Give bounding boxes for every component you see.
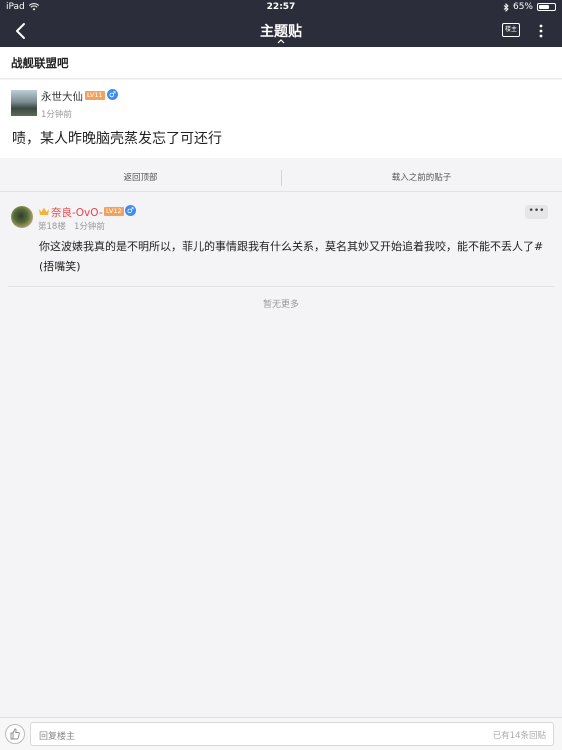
- avatar[interactable]: [11, 90, 37, 116]
- male-icon: ♂: [107, 89, 118, 100]
- male-icon: ♂: [125, 205, 136, 216]
- thumbs-up-icon: [10, 728, 20, 740]
- bluetooth-icon: [503, 2, 509, 12]
- battery-percent: 65%: [512, 2, 533, 12]
- bottom-bar: 回复楼主 已有14条回贴: [0, 717, 562, 750]
- more-vertical-icon[interactable]: [536, 23, 546, 39]
- like-button[interactable]: [5, 724, 25, 744]
- reply-meta: 第18楼 1分钟前: [38, 220, 105, 232]
- forum-bar[interactable]: 战舰联盟吧: [0, 47, 562, 79]
- reply-item: 奈良-OvO- 第18楼 1分钟前 ••• 你这波婊我真的是不明所以，菲儿的事情…: [0, 193, 562, 287]
- reply-count: 已有14条回贴: [492, 731, 546, 741]
- action-bar: 返回顶部 载入之前的贴子: [0, 164, 562, 192]
- reply-placeholder: 回复楼主: [39, 732, 76, 742]
- reply-input[interactable]: 回复楼主 已有14条回贴: [30, 722, 554, 746]
- post-time: 1分钟前: [41, 110, 72, 120]
- reply-content: 你这波婊我真的是不明所以，菲儿的事情跟我有什么关系，莫名其妙又开始追着我咬，能不…: [39, 240, 544, 273]
- more-options-button[interactable]: •••: [525, 205, 548, 219]
- chevron-up-icon[interactable]: [276, 38, 286, 44]
- floor-number: 第18楼: [38, 222, 66, 232]
- nav-bar: 主题贴 楼主: [0, 15, 562, 47]
- no-more-text: 暂无更多: [262, 300, 299, 310]
- post-content: 啧，某人昨晚脑壳蒸发忘了可还行: [12, 131, 222, 147]
- battery-icon: [537, 3, 556, 11]
- divider: [8, 286, 554, 287]
- top-bar: iPad 22:57 65% 主题贴 楼主: [0, 0, 562, 47]
- load-previous-button[interactable]: 载入之前的贴子: [281, 171, 562, 183]
- status-bar: iPad 22:57 65%: [0, 0, 562, 15]
- only-op-button[interactable]: 楼主: [502, 23, 520, 37]
- forum-name[interactable]: 战舰联盟吧: [11, 55, 69, 71]
- back-to-top-button[interactable]: 返回顶部: [0, 171, 281, 183]
- level-badge: LV12: [104, 207, 124, 216]
- avatar[interactable]: [11, 206, 33, 228]
- status-time: 22:57: [266, 2, 296, 12]
- author-name[interactable]: 永世大仙: [41, 89, 83, 104]
- crown-icon: [39, 207, 49, 215]
- author-name[interactable]: 奈良-OvO-: [51, 205, 103, 220]
- reply-time: 1分钟前: [73, 222, 105, 232]
- level-badge: LV11: [85, 91, 105, 100]
